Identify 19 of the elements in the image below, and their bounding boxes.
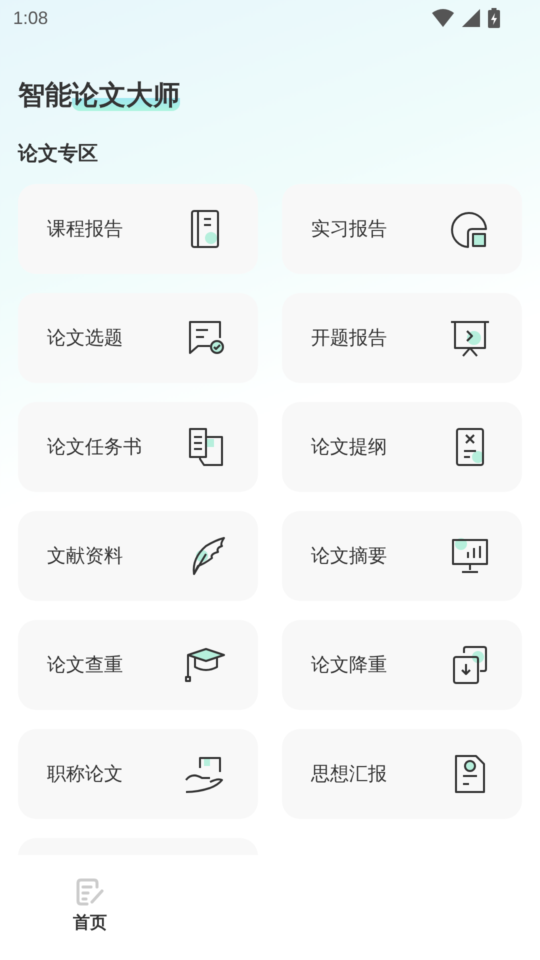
app-title: 智能论文大师 — [18, 79, 181, 113]
battery-icon — [488, 8, 500, 28]
feature-card[interactable]: 论文摘要 — [282, 511, 522, 601]
feature-card[interactable]: 论文提纲 — [282, 402, 522, 492]
feature-card[interactable]: 论文任务书 — [18, 402, 258, 492]
feature-card[interactable]: 论文选题 — [18, 293, 258, 383]
feature-card[interactable]: 实习报告 — [282, 184, 522, 274]
feature-card[interactable]: 思想汇报 — [282, 729, 522, 819]
signal-icon — [462, 9, 480, 27]
edit-document-icon — [75, 877, 105, 907]
feature-card[interactable]: 论文降重 — [282, 620, 522, 710]
feature-card[interactable]: 课程报告 — [18, 184, 258, 274]
feature-card[interactable]: 论文查重 — [18, 620, 258, 710]
section-title: 论文专区 — [18, 140, 99, 167]
feature-card[interactable]: 开题报告 — [282, 293, 522, 383]
feature-card[interactable]: 文献资料 — [18, 511, 258, 601]
feature-card[interactable]: 职称论文 — [18, 729, 258, 819]
wifi-icon — [432, 9, 454, 27]
status-time: 1:08 — [13, 8, 48, 28]
